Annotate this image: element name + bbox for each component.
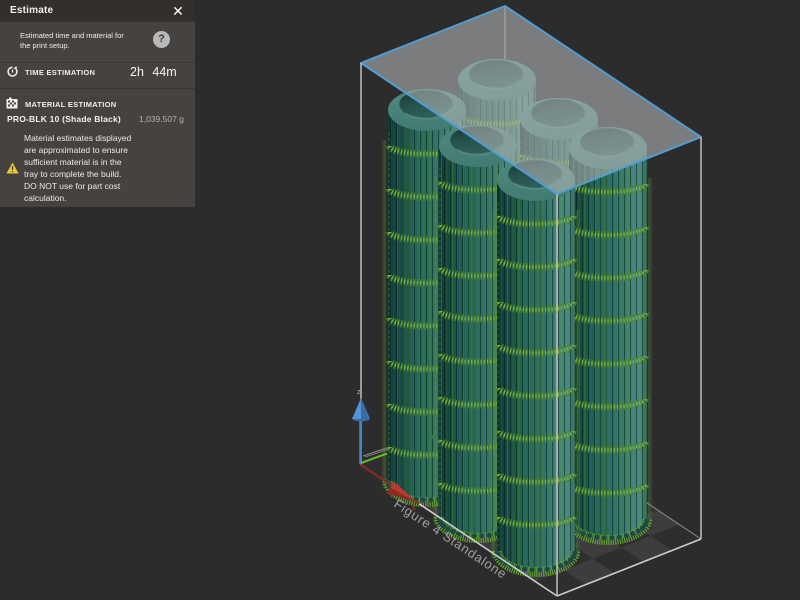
svg-text:Y: Y (430, 432, 436, 441)
svg-text:z: z (357, 389, 361, 396)
